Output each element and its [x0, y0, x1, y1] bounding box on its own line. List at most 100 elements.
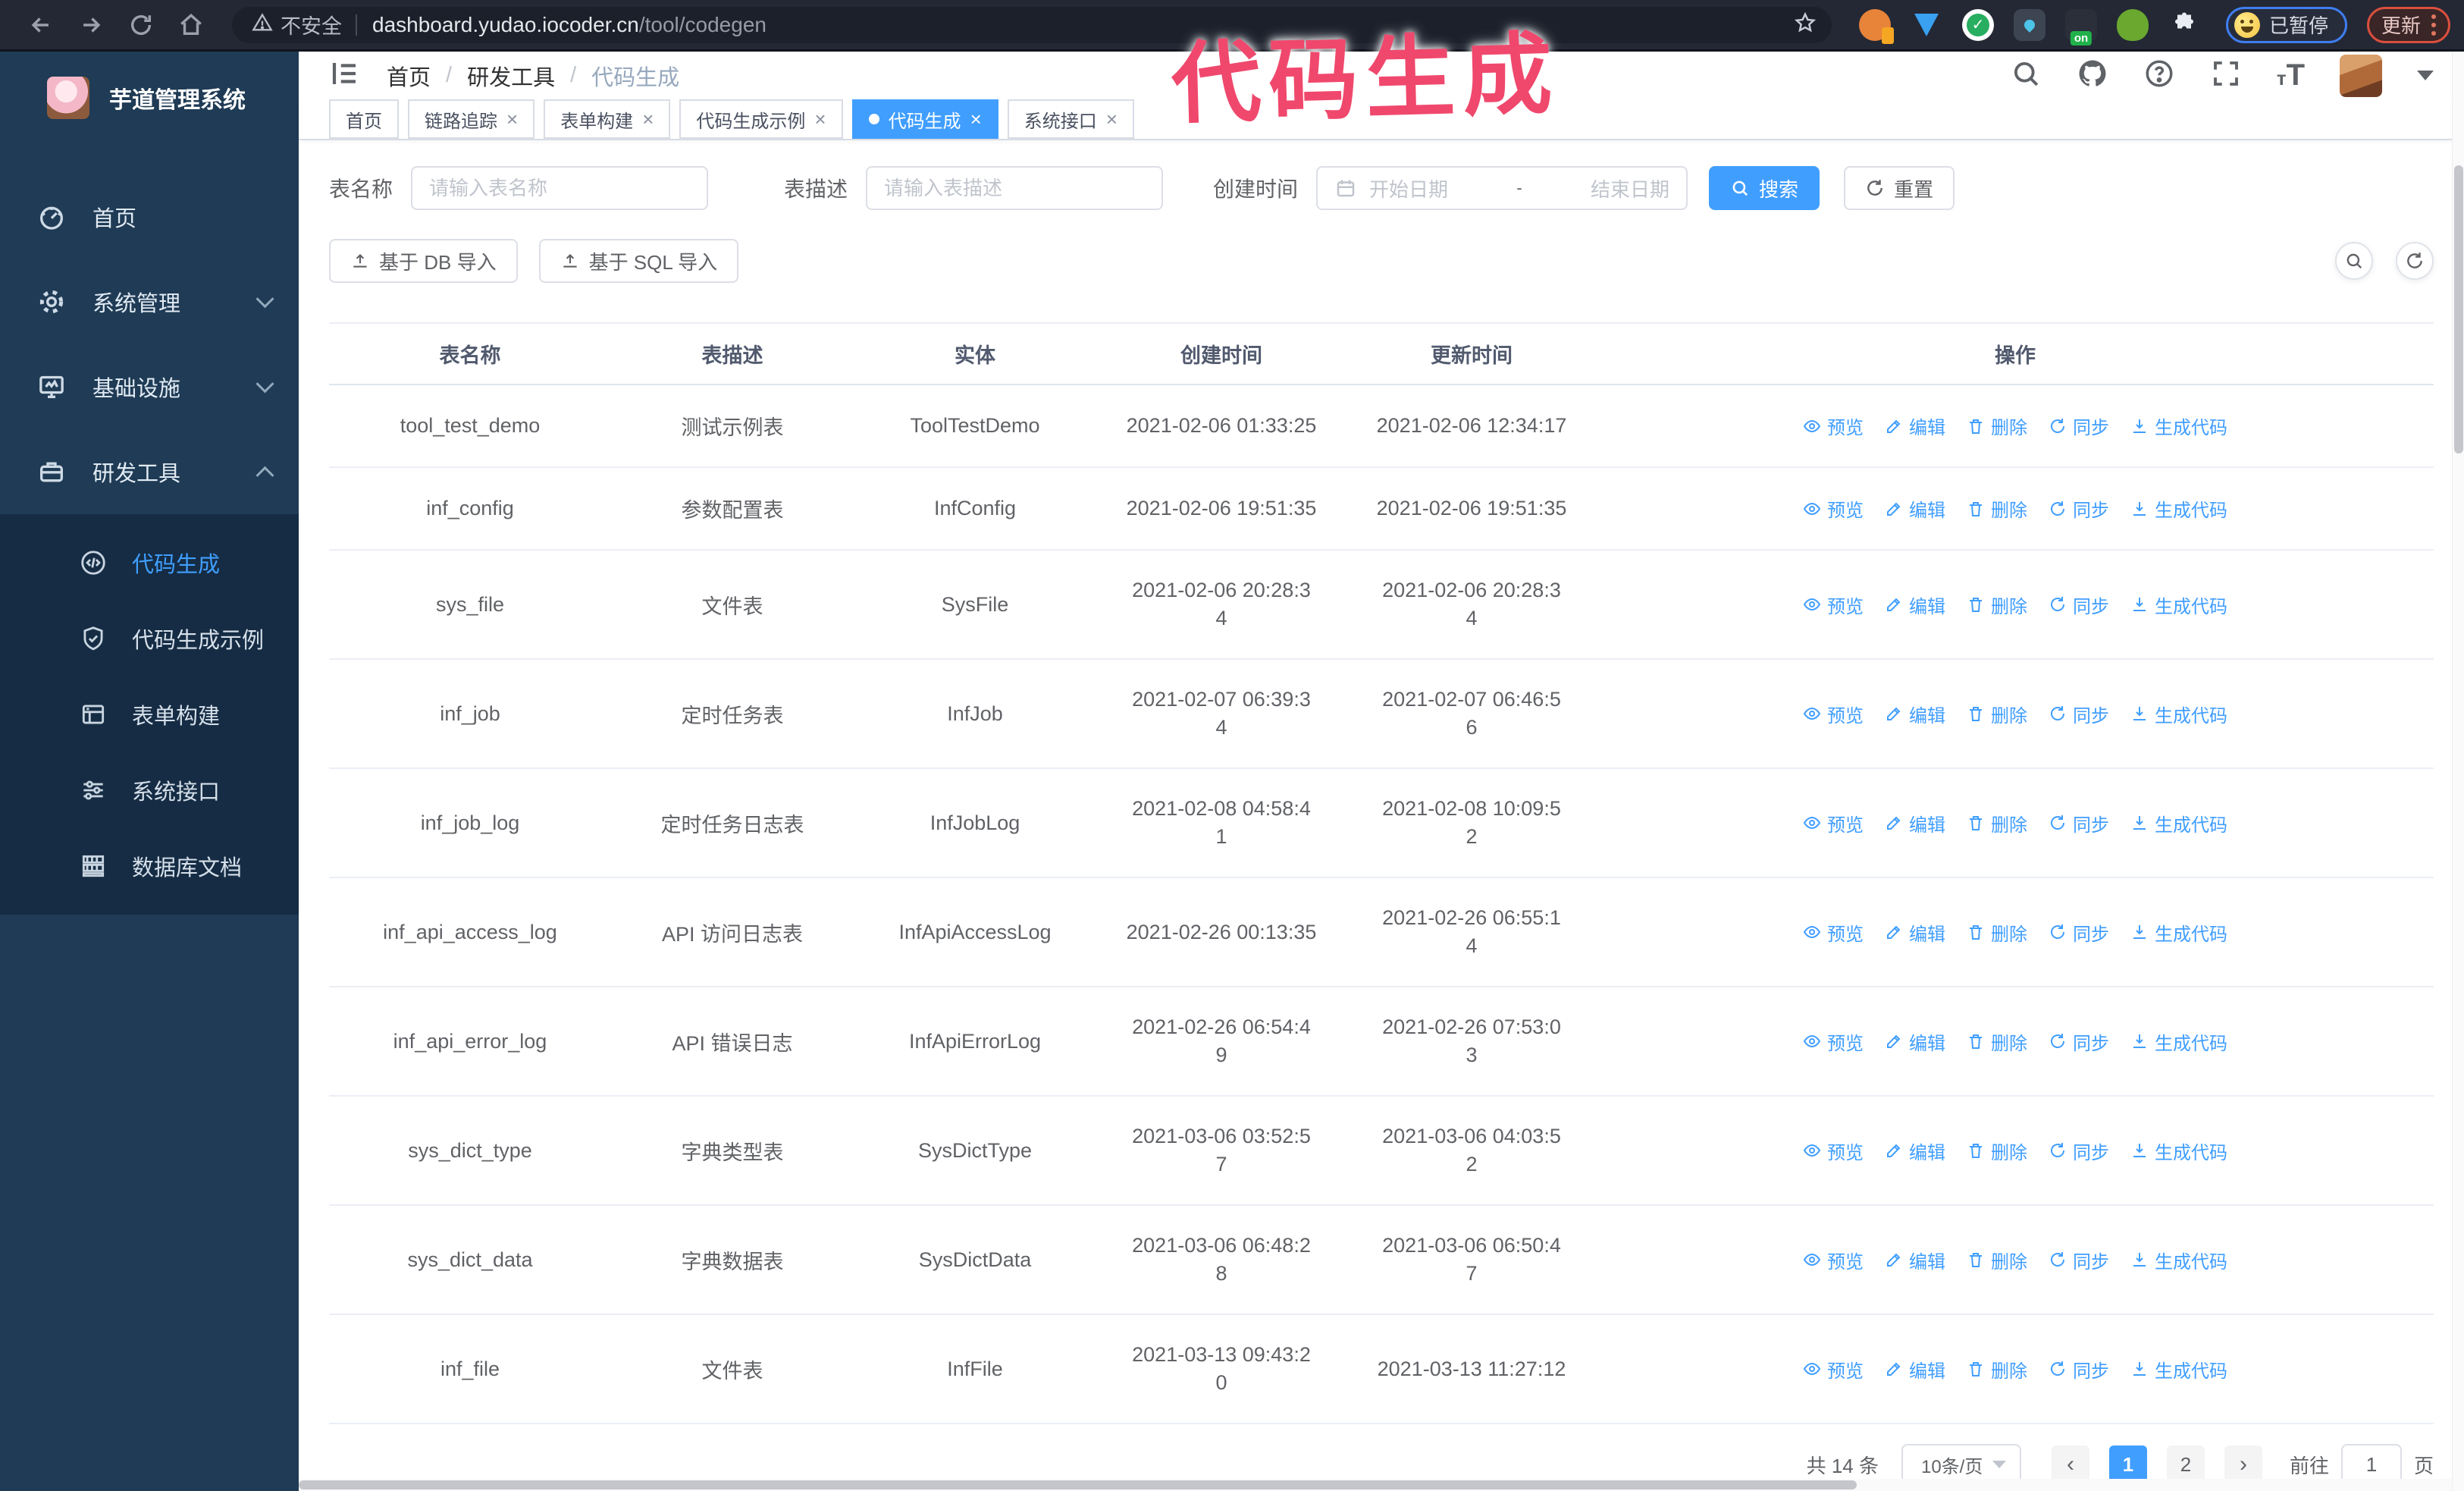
- sidebar-item-code-generation-example[interactable]: 代码生成示例: [0, 601, 299, 676]
- action-edit-link[interactable]: 编辑: [1885, 701, 1945, 727]
- tab-close-icon[interactable]: ×: [970, 109, 982, 129]
- action-preview-link[interactable]: 预览: [1803, 413, 1864, 439]
- table-desc-input[interactable]: [866, 166, 1164, 210]
- tab[interactable]: 系统接口 ×: [1007, 99, 1134, 139]
- search-button[interactable]: 搜索: [1709, 166, 1820, 210]
- create-time-range-picker[interactable]: 开始日期 - 结束日期: [1316, 166, 1688, 210]
- horizontal-scrollbar[interactable]: [299, 1479, 2452, 1491]
- extensions-puzzle-icon[interactable]: [2168, 9, 2200, 41]
- action-delete-link[interactable]: 删除: [1967, 1356, 2027, 1383]
- action-delete-link[interactable]: 删除: [1967, 701, 2027, 727]
- action-preview-link[interactable]: 预览: [1803, 701, 1864, 727]
- action-sync-link[interactable]: 同步: [2049, 1028, 2109, 1055]
- tab-close-icon[interactable]: ×: [506, 109, 518, 129]
- tab-close-icon[interactable]: ×: [642, 109, 654, 129]
- import-sql-button[interactable]: 基于 SQL 导入: [538, 239, 739, 283]
- action-preview-link[interactable]: 预览: [1803, 1138, 1864, 1164]
- extension-icon[interactable]: on: [2065, 8, 2097, 46]
- prev-page-button[interactable]: ‹: [2051, 1445, 2089, 1483]
- action-preview-link[interactable]: 预览: [1803, 1356, 1864, 1383]
- sidebar-item-system-api[interactable]: 系统接口: [0, 752, 299, 828]
- action-edit-link[interactable]: 编辑: [1885, 495, 1945, 522]
- action-delete-link[interactable]: 删除: [1967, 1247, 2027, 1273]
- action-sync-link[interactable]: 同步: [2049, 701, 2109, 727]
- action-sync-link[interactable]: 同步: [2049, 495, 2109, 522]
- action-generate-code-link[interactable]: 生成代码: [2130, 592, 2227, 618]
- sidebar-item-database-docs[interactable]: 数据库文档: [0, 828, 299, 904]
- action-preview-link[interactable]: 预览: [1803, 919, 1864, 946]
- action-edit-link[interactable]: 编辑: [1885, 810, 1945, 837]
- action-edit-link[interactable]: 编辑: [1885, 1356, 1945, 1383]
- browser-menu-icon[interactable]: [2431, 14, 2437, 36]
- back-icon[interactable]: [21, 5, 61, 45]
- tab-close-icon[interactable]: ×: [1106, 109, 1118, 129]
- refresh-table-button[interactable]: [2396, 242, 2434, 280]
- action-sync-link[interactable]: 同步: [2049, 592, 2109, 618]
- action-delete-link[interactable]: 删除: [1967, 1138, 2027, 1164]
- next-page-button[interactable]: ›: [2224, 1445, 2262, 1483]
- action-edit-link[interactable]: 编辑: [1885, 592, 1945, 618]
- font-size-icon[interactable]: тT: [2277, 58, 2305, 93]
- action-edit-link[interactable]: 编辑: [1885, 919, 1945, 946]
- action-delete-link[interactable]: 删除: [1967, 810, 2027, 837]
- collapse-sidebar-icon[interactable]: [329, 58, 361, 93]
- action-edit-link[interactable]: 编辑: [1885, 413, 1945, 439]
- home-icon[interactable]: [171, 5, 211, 45]
- sidebar-item-form-builder[interactable]: 表单构建: [0, 676, 299, 752]
- action-delete-link[interactable]: 删除: [1967, 495, 2027, 522]
- page-button-2[interactable]: 2: [2166, 1445, 2205, 1483]
- table-name-input[interactable]: [411, 166, 709, 210]
- avatar-caret-down-icon[interactable]: [2417, 71, 2434, 80]
- extension-icon[interactable]: ✓: [1962, 8, 1994, 41]
- action-edit-link[interactable]: 编辑: [1885, 1028, 1945, 1055]
- action-edit-link[interactable]: 编辑: [1885, 1247, 1945, 1273]
- extension-icon[interactable]: [2014, 8, 2045, 41]
- action-generate-code-link[interactable]: 生成代码: [2130, 1356, 2227, 1383]
- extension-icon[interactable]: [1911, 9, 1942, 41]
- action-generate-code-link[interactable]: 生成代码: [2130, 1138, 2227, 1164]
- sidebar-item-code-generation[interactable]: 代码生成: [0, 525, 299, 601]
- action-preview-link[interactable]: 预览: [1803, 1247, 1864, 1273]
- action-sync-link[interactable]: 同步: [2049, 1138, 2109, 1164]
- search-icon[interactable]: [2010, 58, 2042, 93]
- forward-icon[interactable]: [71, 5, 111, 45]
- sidebar-item-system-management[interactable]: 系统管理: [0, 259, 299, 344]
- github-icon[interactable]: [2077, 58, 2108, 93]
- reload-icon[interactable]: [121, 5, 161, 45]
- action-preview-link[interactable]: 预览: [1803, 592, 1864, 618]
- app-logo-row[interactable]: 芋道管理系统: [0, 52, 299, 144]
- action-generate-code-link[interactable]: 生成代码: [2130, 1028, 2227, 1055]
- action-generate-code-link[interactable]: 生成代码: [2130, 1247, 2227, 1273]
- tab-close-icon[interactable]: ×: [814, 109, 826, 129]
- action-generate-code-link[interactable]: 生成代码: [2130, 701, 2227, 727]
- action-delete-link[interactable]: 删除: [1967, 1028, 2027, 1055]
- security-label[interactable]: 不安全: [281, 10, 342, 39]
- vertical-scrollbar[interactable]: [2452, 52, 2464, 1491]
- profile-paused-button[interactable]: 已暂停: [2226, 6, 2348, 43]
- browser-update-button[interactable]: 更新: [2367, 6, 2451, 43]
- vertical-scrollbar-thumb[interactable]: [2454, 165, 2463, 454]
- page-button-1[interactable]: 1: [2108, 1445, 2147, 1483]
- toggle-search-button[interactable]: [2335, 242, 2373, 280]
- tab[interactable]: 代码生成 ×: [851, 99, 998, 139]
- breadcrumb-home[interactable]: 首页: [387, 60, 431, 92]
- action-generate-code-link[interactable]: 生成代码: [2130, 810, 2227, 837]
- action-sync-link[interactable]: 同步: [2049, 919, 2109, 946]
- action-delete-link[interactable]: 删除: [1967, 413, 2027, 439]
- breadcrumb-dev-tools[interactable]: 研发工具: [467, 60, 555, 92]
- action-generate-code-link[interactable]: 生成代码: [2130, 413, 2227, 439]
- page-url[interactable]: dashboard.yudao.iocoder.cn/tool/codegen: [372, 13, 766, 37]
- action-generate-code-link[interactable]: 生成代码: [2130, 495, 2227, 522]
- import-db-button[interactable]: 基于 DB 导入: [329, 239, 518, 283]
- action-generate-code-link[interactable]: 生成代码: [2130, 919, 2227, 946]
- action-sync-link[interactable]: 同步: [2049, 810, 2109, 837]
- reset-button[interactable]: 重置: [1844, 166, 1955, 210]
- action-preview-link[interactable]: 预览: [1803, 1028, 1864, 1055]
- sidebar-item-dev-tools[interactable]: 研发工具: [0, 429, 299, 514]
- action-sync-link[interactable]: 同步: [2049, 1356, 2109, 1383]
- extension-icon[interactable]: [2117, 8, 2149, 41]
- avatar[interactable]: [2340, 54, 2382, 97]
- action-preview-link[interactable]: 预览: [1803, 495, 1864, 522]
- action-sync-link[interactable]: 同步: [2049, 1247, 2109, 1273]
- sidebar-item-home[interactable]: 首页: [0, 174, 299, 259]
